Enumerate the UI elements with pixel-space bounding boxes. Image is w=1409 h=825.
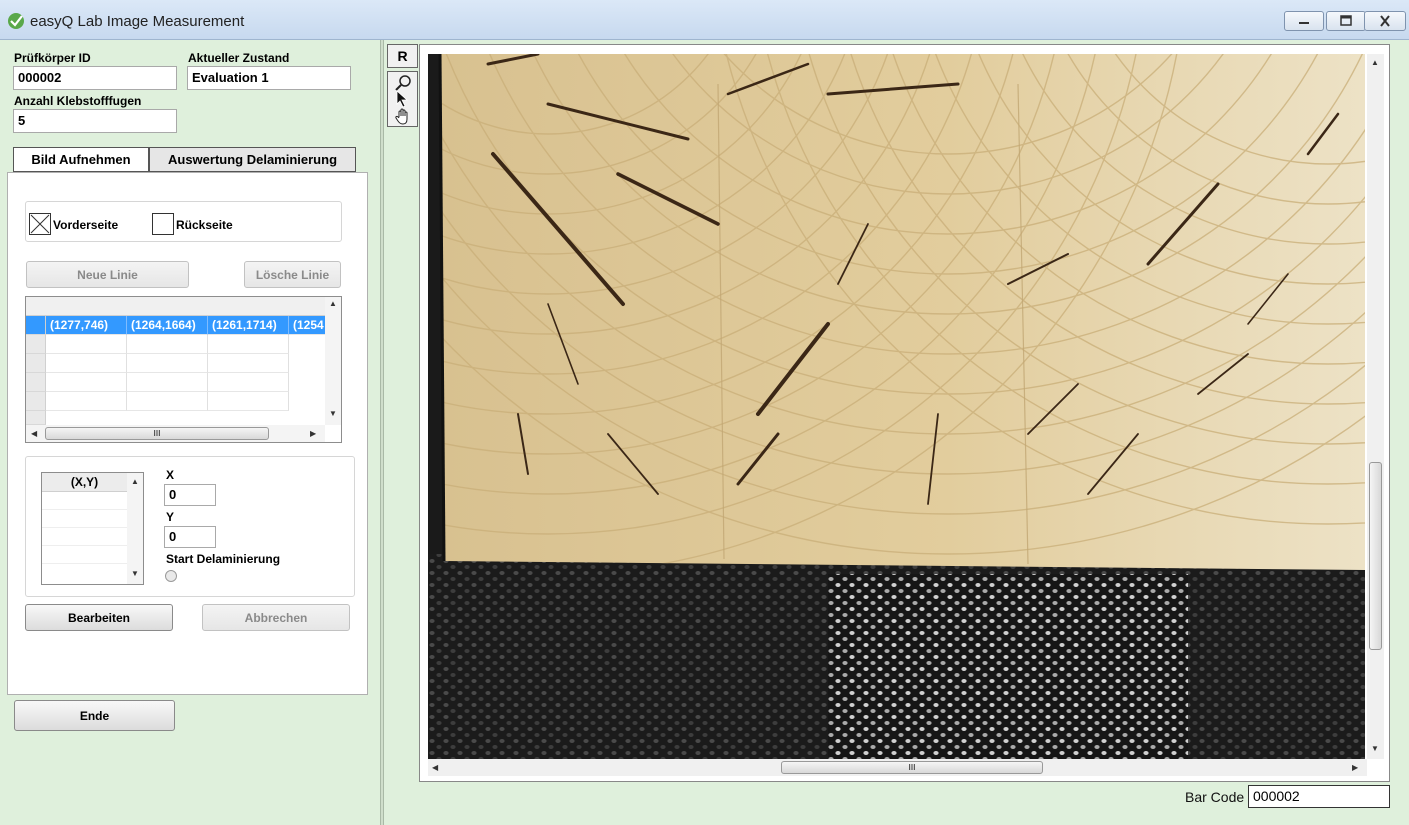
grid-h-thumb[interactable]: III xyxy=(45,427,269,440)
scroll-up-icon[interactable]: ▲ xyxy=(1371,58,1379,67)
scroll-right-icon[interactable]: ▶ xyxy=(310,429,316,438)
pointer-icon[interactable] xyxy=(395,90,411,108)
check-x-icon xyxy=(30,214,50,234)
rueckseite-label: Rückseite xyxy=(176,218,233,232)
scroll-right-icon[interactable]: ▶ xyxy=(1352,763,1358,772)
points-list[interactable]: (X,Y) ▲ ▼ xyxy=(41,472,144,585)
app-icon xyxy=(8,13,24,29)
minimize-button[interactable] xyxy=(1284,11,1324,31)
grid-cell[interactable]: (1261,1714) xyxy=(208,316,289,335)
table-row[interactable] xyxy=(26,392,326,411)
start-delaminierung-radio[interactable] xyxy=(164,569,178,583)
pruefkoerper-label: Prüfkörper ID xyxy=(14,51,91,65)
image-v-scrollbar[interactable]: ▲ ▼ xyxy=(1367,54,1384,759)
grid-cell[interactable]: (1264,1664) xyxy=(127,316,208,335)
image-frame: ▲ ▼ ◀ III ▶ xyxy=(419,44,1390,782)
minimize-icon xyxy=(1299,22,1309,24)
scroll-left-icon[interactable]: ◀ xyxy=(432,763,438,772)
hand-pan-icon[interactable] xyxy=(394,108,414,126)
zustand-label: Aktueller Zustand xyxy=(188,51,290,65)
scroll-down-icon[interactable]: ▼ xyxy=(131,569,139,578)
table-row[interactable] xyxy=(26,411,326,425)
vorderseite-label: Vorderseite xyxy=(53,218,119,232)
title-bar: easyQ Lab Image Measurement xyxy=(0,0,1409,40)
table-row[interactable] xyxy=(26,373,326,392)
grid-h-scrollbar[interactable]: ◀ III ▶ xyxy=(26,425,325,442)
points-list-header: (X,Y) xyxy=(42,473,127,492)
y-input[interactable]: 0 xyxy=(164,526,216,548)
lines-grid[interactable]: (1277,746) (1264,1664) (1261,1714) (1254… xyxy=(25,296,342,443)
tool-palette xyxy=(387,71,418,127)
bearbeiten-button[interactable]: Bearbeiten xyxy=(25,604,173,631)
splitter[interactable] xyxy=(380,40,384,825)
klebstoff-label: Anzahl Klebstofffugen xyxy=(14,94,142,108)
abbrechen-button[interactable]: Abbrechen xyxy=(202,604,350,631)
tab-auswertung-delaminierung[interactable]: Auswertung Delaminierung xyxy=(149,147,356,172)
tab-bild-aufnehmen[interactable]: Bild Aufnehmen xyxy=(13,147,149,172)
grid-cell[interactable]: (1277,746) xyxy=(46,316,127,335)
grid-cell[interactable]: (1254 xyxy=(289,316,326,335)
image-h-thumb[interactable]: III xyxy=(781,761,1043,774)
ende-button[interactable]: Ende xyxy=(14,700,175,731)
close-icon xyxy=(1380,15,1390,27)
table-row[interactable] xyxy=(26,335,326,354)
y-label: Y xyxy=(166,510,175,524)
maximize-icon xyxy=(1340,15,1352,26)
scroll-down-icon[interactable]: ▼ xyxy=(1371,744,1379,753)
rueckseite-checkbox[interactable] xyxy=(152,213,174,235)
x-input[interactable]: 0 xyxy=(164,484,216,506)
image-h-scrollbar[interactable]: ◀ III ▶ xyxy=(428,759,1367,776)
barcode-input[interactable]: 000002 xyxy=(1248,785,1390,808)
grid-v-scrollbar[interactable]: ▲ ▼ xyxy=(325,297,341,425)
maximize-button[interactable] xyxy=(1326,11,1366,31)
table-row[interactable]: (1277,746) (1264,1664) (1261,1714) (1254 xyxy=(26,316,326,335)
x-label: X xyxy=(166,468,175,482)
scroll-left-icon[interactable]: ◀ xyxy=(31,429,37,438)
barcode-label: Bar Code xyxy=(1185,789,1245,805)
scroll-up-icon[interactable]: ▲ xyxy=(329,299,337,308)
scroll-up-icon[interactable]: ▲ xyxy=(131,477,139,486)
start-delaminierung-label: Start Delaminierung xyxy=(166,552,281,566)
close-button[interactable] xyxy=(1364,11,1406,31)
table-row[interactable] xyxy=(26,354,326,373)
reset-button[interactable]: R xyxy=(387,44,418,68)
vorderseite-checkbox[interactable] xyxy=(29,213,51,235)
image-v-thumb[interactable] xyxy=(1369,462,1382,650)
points-list-scrollbar[interactable]: ▲ ▼ xyxy=(127,473,143,584)
window-title: easyQ Lab Image Measurement xyxy=(30,13,245,30)
zustand-input[interactable]: Evaluation 1 xyxy=(187,66,351,90)
row-header xyxy=(26,316,46,335)
specimen-image[interactable] xyxy=(428,54,1365,759)
grid-header xyxy=(26,297,326,316)
scroll-down-icon[interactable]: ▼ xyxy=(329,409,337,418)
loesche-linie-button[interactable]: Lösche Linie xyxy=(244,261,341,288)
neue-linie-button[interactable]: Neue Linie xyxy=(26,261,189,288)
pruefkoerper-input[interactable]: 000002 xyxy=(13,66,177,90)
klebstoff-input[interactable]: 5 xyxy=(13,109,177,133)
